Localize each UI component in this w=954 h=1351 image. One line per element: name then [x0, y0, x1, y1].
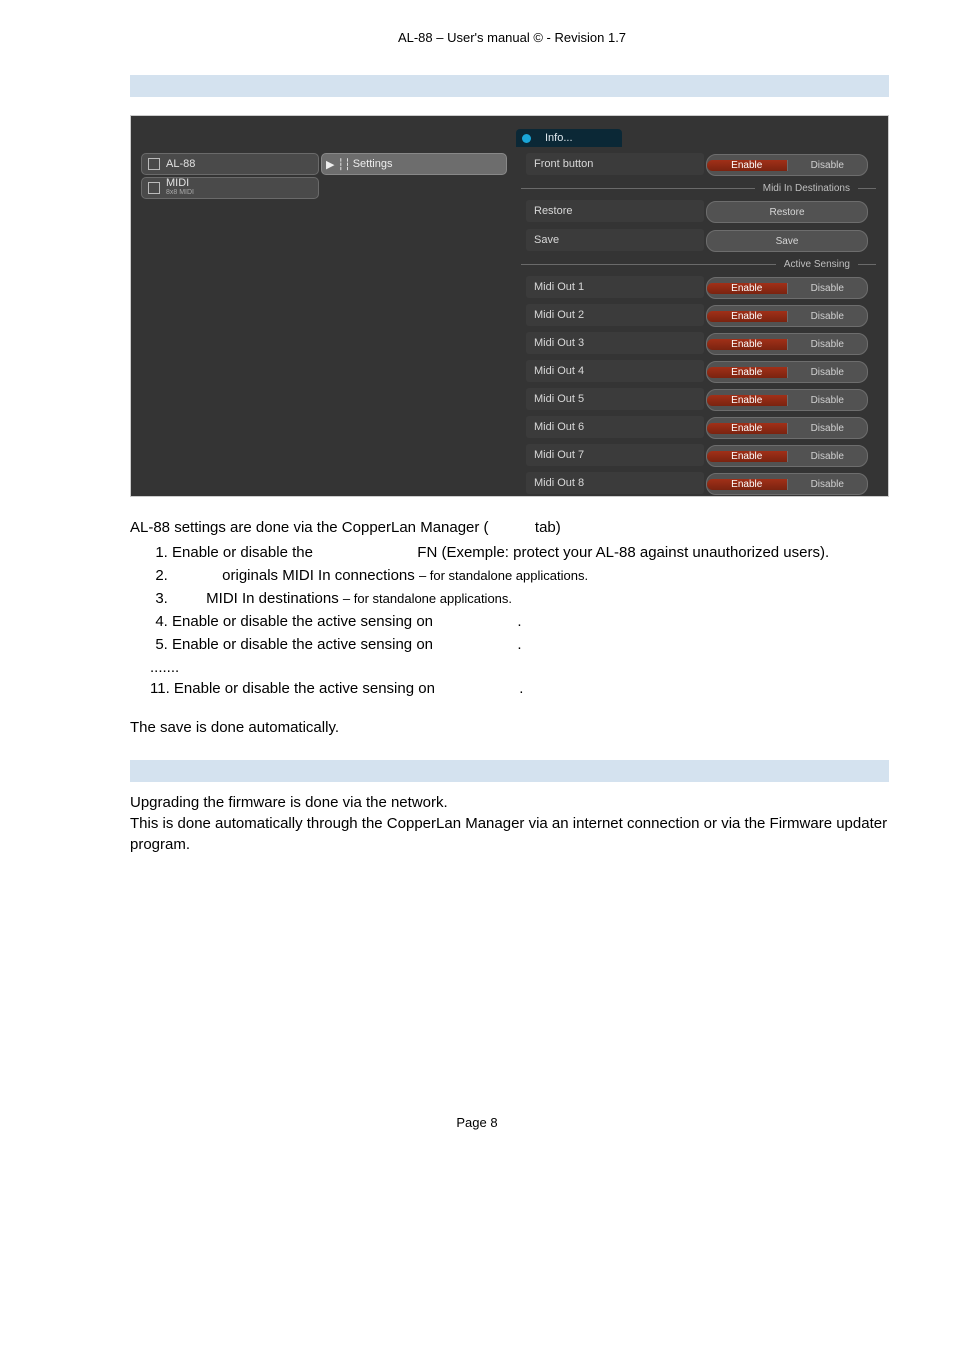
row-restore: Restore — [526, 200, 704, 222]
li-text-small: – for standalone applications. — [419, 568, 588, 583]
play-icon: ▶ — [326, 158, 334, 171]
toggle-disable[interactable]: Disable — [788, 423, 868, 434]
toggle-midi-out-3[interactable]: EnableDisable — [706, 333, 868, 355]
toggle-enable[interactable]: Enable — [707, 423, 788, 434]
toggle-midi-out-4[interactable]: EnableDisable — [706, 361, 868, 383]
toggle-midi-out-6[interactable]: EnableDisable — [706, 417, 868, 439]
toggle-enable[interactable]: Enable — [707, 339, 788, 350]
checkbox-icon — [148, 182, 160, 194]
li-dot: . — [519, 680, 523, 697]
list-item: Enable or disable the active sensing on … — [172, 634, 889, 655]
sliders-icon: ┆┆ — [337, 158, 350, 171]
row-midi-out: Midi Out 4 — [526, 360, 704, 382]
group-active-sensing: Active Sensing — [521, 256, 876, 272]
toggle-enable[interactable]: Enable — [707, 395, 788, 406]
tree-label-al88: AL-88 — [166, 158, 195, 170]
tab-settings-label: Settings — [353, 158, 393, 170]
toggle-enable[interactable]: Enable — [707, 311, 788, 322]
section-bar-settings — [130, 75, 889, 97]
para-intro-b: tab) — [535, 519, 561, 536]
toggle-enable[interactable]: Enable — [707, 160, 788, 171]
ellipsis-dots: ....... — [150, 657, 889, 678]
row-midi-out: Midi Out 6 — [526, 416, 704, 438]
button-save[interactable]: Save — [706, 230, 868, 252]
toggle-disable[interactable]: Disable — [788, 479, 868, 490]
button-restore[interactable]: Restore — [706, 201, 868, 223]
fw-line-2: This is done automatically through the C… — [130, 813, 889, 855]
li-text: FN (Exemple: protect your AL-88 against … — [417, 544, 829, 561]
toggle-midi-out-5[interactable]: EnableDisable — [706, 389, 868, 411]
tree-label-midi: MIDI — [166, 179, 194, 188]
row-front-button: Front button — [526, 153, 704, 175]
tab-info-label: Info... — [545, 132, 573, 144]
toggle-midi-out-8[interactable]: EnableDisable — [706, 473, 868, 495]
row-save: Save — [526, 229, 704, 251]
list-item: Enable or disable the active sensing on … — [172, 611, 889, 632]
toggle-front-button[interactable]: Enable Disable — [706, 154, 868, 176]
row-midi-out: Midi Out 3 — [526, 332, 704, 354]
toggle-disable[interactable]: Disable — [788, 311, 868, 322]
checkbox-icon — [148, 158, 160, 170]
page-header: AL-88 – User's manual © - Revision 1.7 — [0, 30, 954, 45]
row-midi-out: Midi Out 8 — [526, 472, 704, 494]
settings-list: Enable or disable the FN (Exemple: prote… — [130, 542, 889, 655]
toggle-enable[interactable]: Enable — [707, 283, 788, 294]
fw-line-1: Upgrading the firmware is done via the n… — [130, 792, 889, 813]
save-auto-text: The save is done automatically. — [130, 717, 889, 738]
group-midi-in-destinations: Midi In Destinations — [521, 180, 876, 196]
li-text: Enable or disable the active sensing on — [172, 636, 437, 653]
tree-item-al88[interactable]: AL-88 — [141, 153, 319, 175]
tab-info[interactable]: Info... — [516, 129, 622, 147]
li-text: Enable or disable the — [172, 544, 317, 561]
toggle-disable[interactable]: Disable — [788, 283, 868, 294]
row-midi-out: Midi Out 1 — [526, 276, 704, 298]
tree-item-midi[interactable]: MIDI 8x8 MIDI — [141, 177, 319, 199]
list-item: Enable or disable the FN (Exemple: prote… — [172, 542, 889, 563]
toggle-enable[interactable]: Enable — [707, 367, 788, 378]
page-footer: Page 8 — [0, 1115, 954, 1130]
list-item: originals MIDI In connections – for stan… — [172, 565, 889, 586]
tab-settings[interactable]: ▶ ┆┆ Settings — [321, 153, 507, 175]
toggle-disable[interactable]: Disable — [788, 451, 868, 462]
li-text-small: – for standalone applications. — [343, 591, 512, 606]
li-text: originals MIDI In connections — [222, 567, 419, 584]
body-text: AL-88 settings are done via the CopperLa… — [130, 517, 889, 738]
toggle-enable[interactable]: Enable — [707, 479, 788, 490]
li-text: 11. Enable or disable the active sensing… — [150, 680, 439, 697]
toggle-disable[interactable]: Disable — [788, 367, 868, 378]
li-dot: . — [517, 636, 521, 653]
info-icon — [522, 134, 531, 143]
toggle-midi-out-2[interactable]: EnableDisable — [706, 305, 868, 327]
li-text: MIDI In destinations — [206, 590, 343, 607]
group-label: Midi In Destinations — [755, 183, 858, 194]
toggle-midi-out-1[interactable]: EnableDisable — [706, 277, 868, 299]
row-midi-out: Midi Out 2 — [526, 304, 704, 326]
toggle-midi-out-7[interactable]: EnableDisable — [706, 445, 868, 467]
group-label: Active Sensing — [776, 259, 858, 270]
screenshot-panel: Info... AL-88 MIDI 8x8 MIDI ▶ ┆┆ Setting… — [130, 115, 889, 497]
firmware-text: Upgrading the firmware is done via the n… — [130, 792, 889, 855]
list-item: MIDI In destinations – for standalone ap… — [172, 588, 889, 609]
tree-sublabel-midi: 8x8 MIDI — [166, 188, 194, 197]
li-dot: . — [517, 613, 521, 630]
toggle-disable[interactable]: Disable — [788, 339, 868, 350]
row-midi-out: Midi Out 5 — [526, 388, 704, 410]
section-bar-firmware — [130, 760, 889, 782]
toggle-disable[interactable]: Disable — [788, 395, 868, 406]
row-midi-out: Midi Out 7 — [526, 444, 704, 466]
toggle-disable[interactable]: Disable — [788, 160, 868, 171]
li-text: Enable or disable the active sensing on — [172, 613, 437, 630]
toggle-enable[interactable]: Enable — [707, 451, 788, 462]
para-intro-a: AL-88 settings are done via the CopperLa… — [130, 519, 489, 536]
